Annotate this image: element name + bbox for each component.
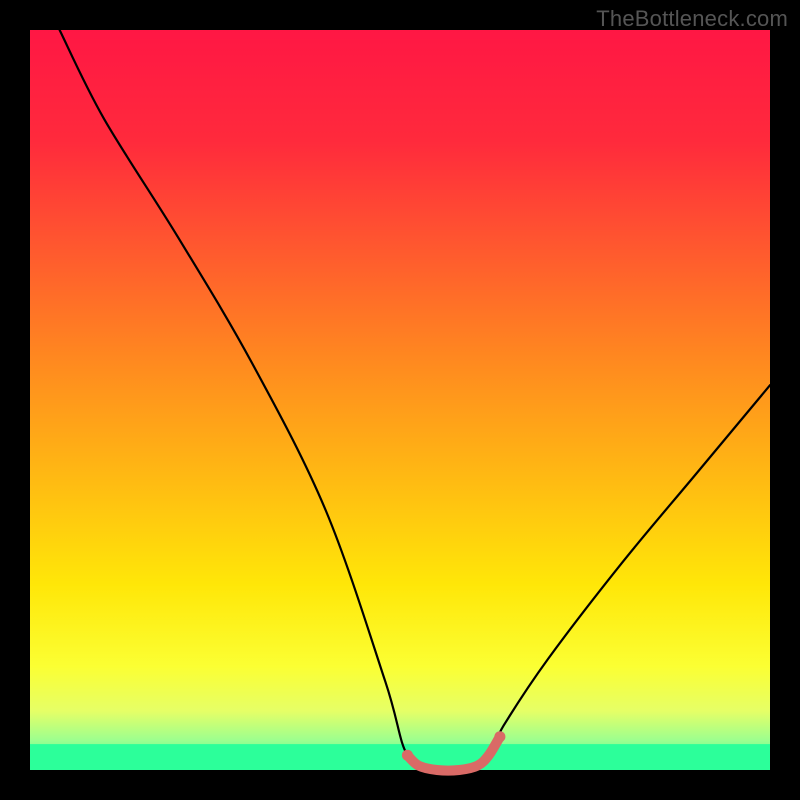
attribution-text: TheBottleneck.com [596, 6, 788, 32]
gradient-background [30, 30, 770, 770]
chart-stage: TheBottleneck.com [0, 0, 800, 800]
optimal-zone-band [30, 744, 770, 770]
optimal-range-endpoint [402, 750, 413, 761]
bottleneck-chart [0, 0, 800, 800]
optimal-range-endpoint [494, 731, 505, 742]
